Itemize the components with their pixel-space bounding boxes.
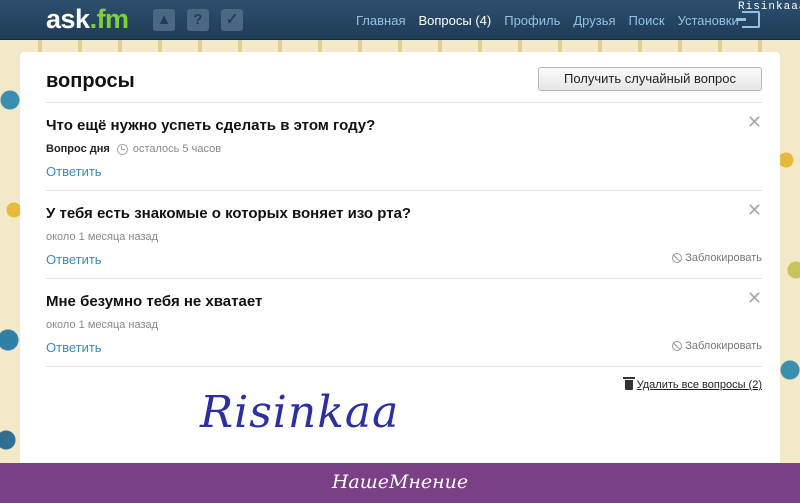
logout-icon[interactable] <box>736 11 760 28</box>
answer-link[interactable]: Ответить <box>46 252 102 267</box>
delete-all-link[interactable]: Удалить все вопросы (2) <box>622 377 762 391</box>
close-icon[interactable]: ✕ <box>747 289 762 307</box>
question-text: У тебя есть знакомые о которых воняет из… <box>46 205 412 222</box>
main-nav: Главная Вопросы (4) Профиль Друзья Поиск… <box>356 13 739 28</box>
question-item: Что ещё нужно успеть сделать в этом году… <box>46 102 762 190</box>
close-icon[interactable]: ✕ <box>747 113 762 131</box>
question-item: У тебя есть знакомые о которых воняет из… <box>46 190 762 278</box>
brand-watermark: НашеМнение <box>331 471 469 493</box>
like-icon[interactable]: ▲ <box>153 9 175 31</box>
block-link[interactable]: Заблокировать <box>672 340 762 352</box>
clock-icon <box>116 143 128 155</box>
question-meta: Вопрос дня осталось 5 часов <box>46 143 221 155</box>
nav-settings[interactable]: Установки <box>678 13 739 28</box>
question-time: осталось 5 часов <box>132 143 222 155</box>
nav-home[interactable]: Главная <box>356 13 405 28</box>
question-item: Мне безумно тебя не хватает около 1 меся… <box>46 278 762 366</box>
question-text: Что ещё нужно успеть сделать в этом году… <box>46 117 376 134</box>
question-text: Мне безумно тебя не хватает <box>46 293 263 310</box>
question-time: около 1 месяца назад <box>46 319 159 331</box>
block-link[interactable]: Заблокировать <box>672 252 762 264</box>
question-meta: около 1 месяца назад <box>46 319 158 331</box>
question-meta: около 1 месяца назад <box>46 231 158 243</box>
trash-icon <box>622 377 635 390</box>
watermark-text: Risinkaaa <box>738 1 800 13</box>
question-icon[interactable]: ? <box>187 9 209 31</box>
block-icon <box>672 341 683 351</box>
nav-profile[interactable]: Профиль <box>504 13 560 28</box>
page-title: вопросы <box>46 70 135 92</box>
nav-questions[interactable]: Вопросы (4) <box>418 13 491 28</box>
block-label: Заблокировать <box>685 252 762 264</box>
delete-all-label: Удалить все вопросы (2) <box>636 379 762 391</box>
random-question-button[interactable]: Получить случайный вопрос <box>538 67 762 91</box>
answer-link[interactable]: Ответить <box>46 164 102 179</box>
close-icon[interactable]: ✕ <box>747 201 762 219</box>
top-navigation-bar: ask.fm ▲ ? ✓ Главная Вопросы (4) Профиль… <box>0 0 800 40</box>
nav-friends[interactable]: Друзья <box>573 13 615 28</box>
block-icon <box>672 253 683 263</box>
askfm-logo[interactable]: ask.fm <box>46 4 129 35</box>
question-time: около 1 месяца назад <box>46 231 159 243</box>
answer-link[interactable]: Ответить <box>46 340 102 355</box>
check-icon[interactable]: ✓ <box>221 9 243 31</box>
footer-strip: НашеМнение <box>0 463 800 503</box>
block-label: Заблокировать <box>685 340 762 352</box>
questions-panel: вопросы Получить случайный вопрос Что ещ… <box>20 52 780 472</box>
nav-search[interactable]: Поиск <box>629 13 665 28</box>
signature-watermark: Risinkaa <box>200 387 400 438</box>
question-of-day-label: Вопрос дня <box>46 143 110 155</box>
delete-all-section: Удалить все вопросы (2) <box>46 366 762 400</box>
